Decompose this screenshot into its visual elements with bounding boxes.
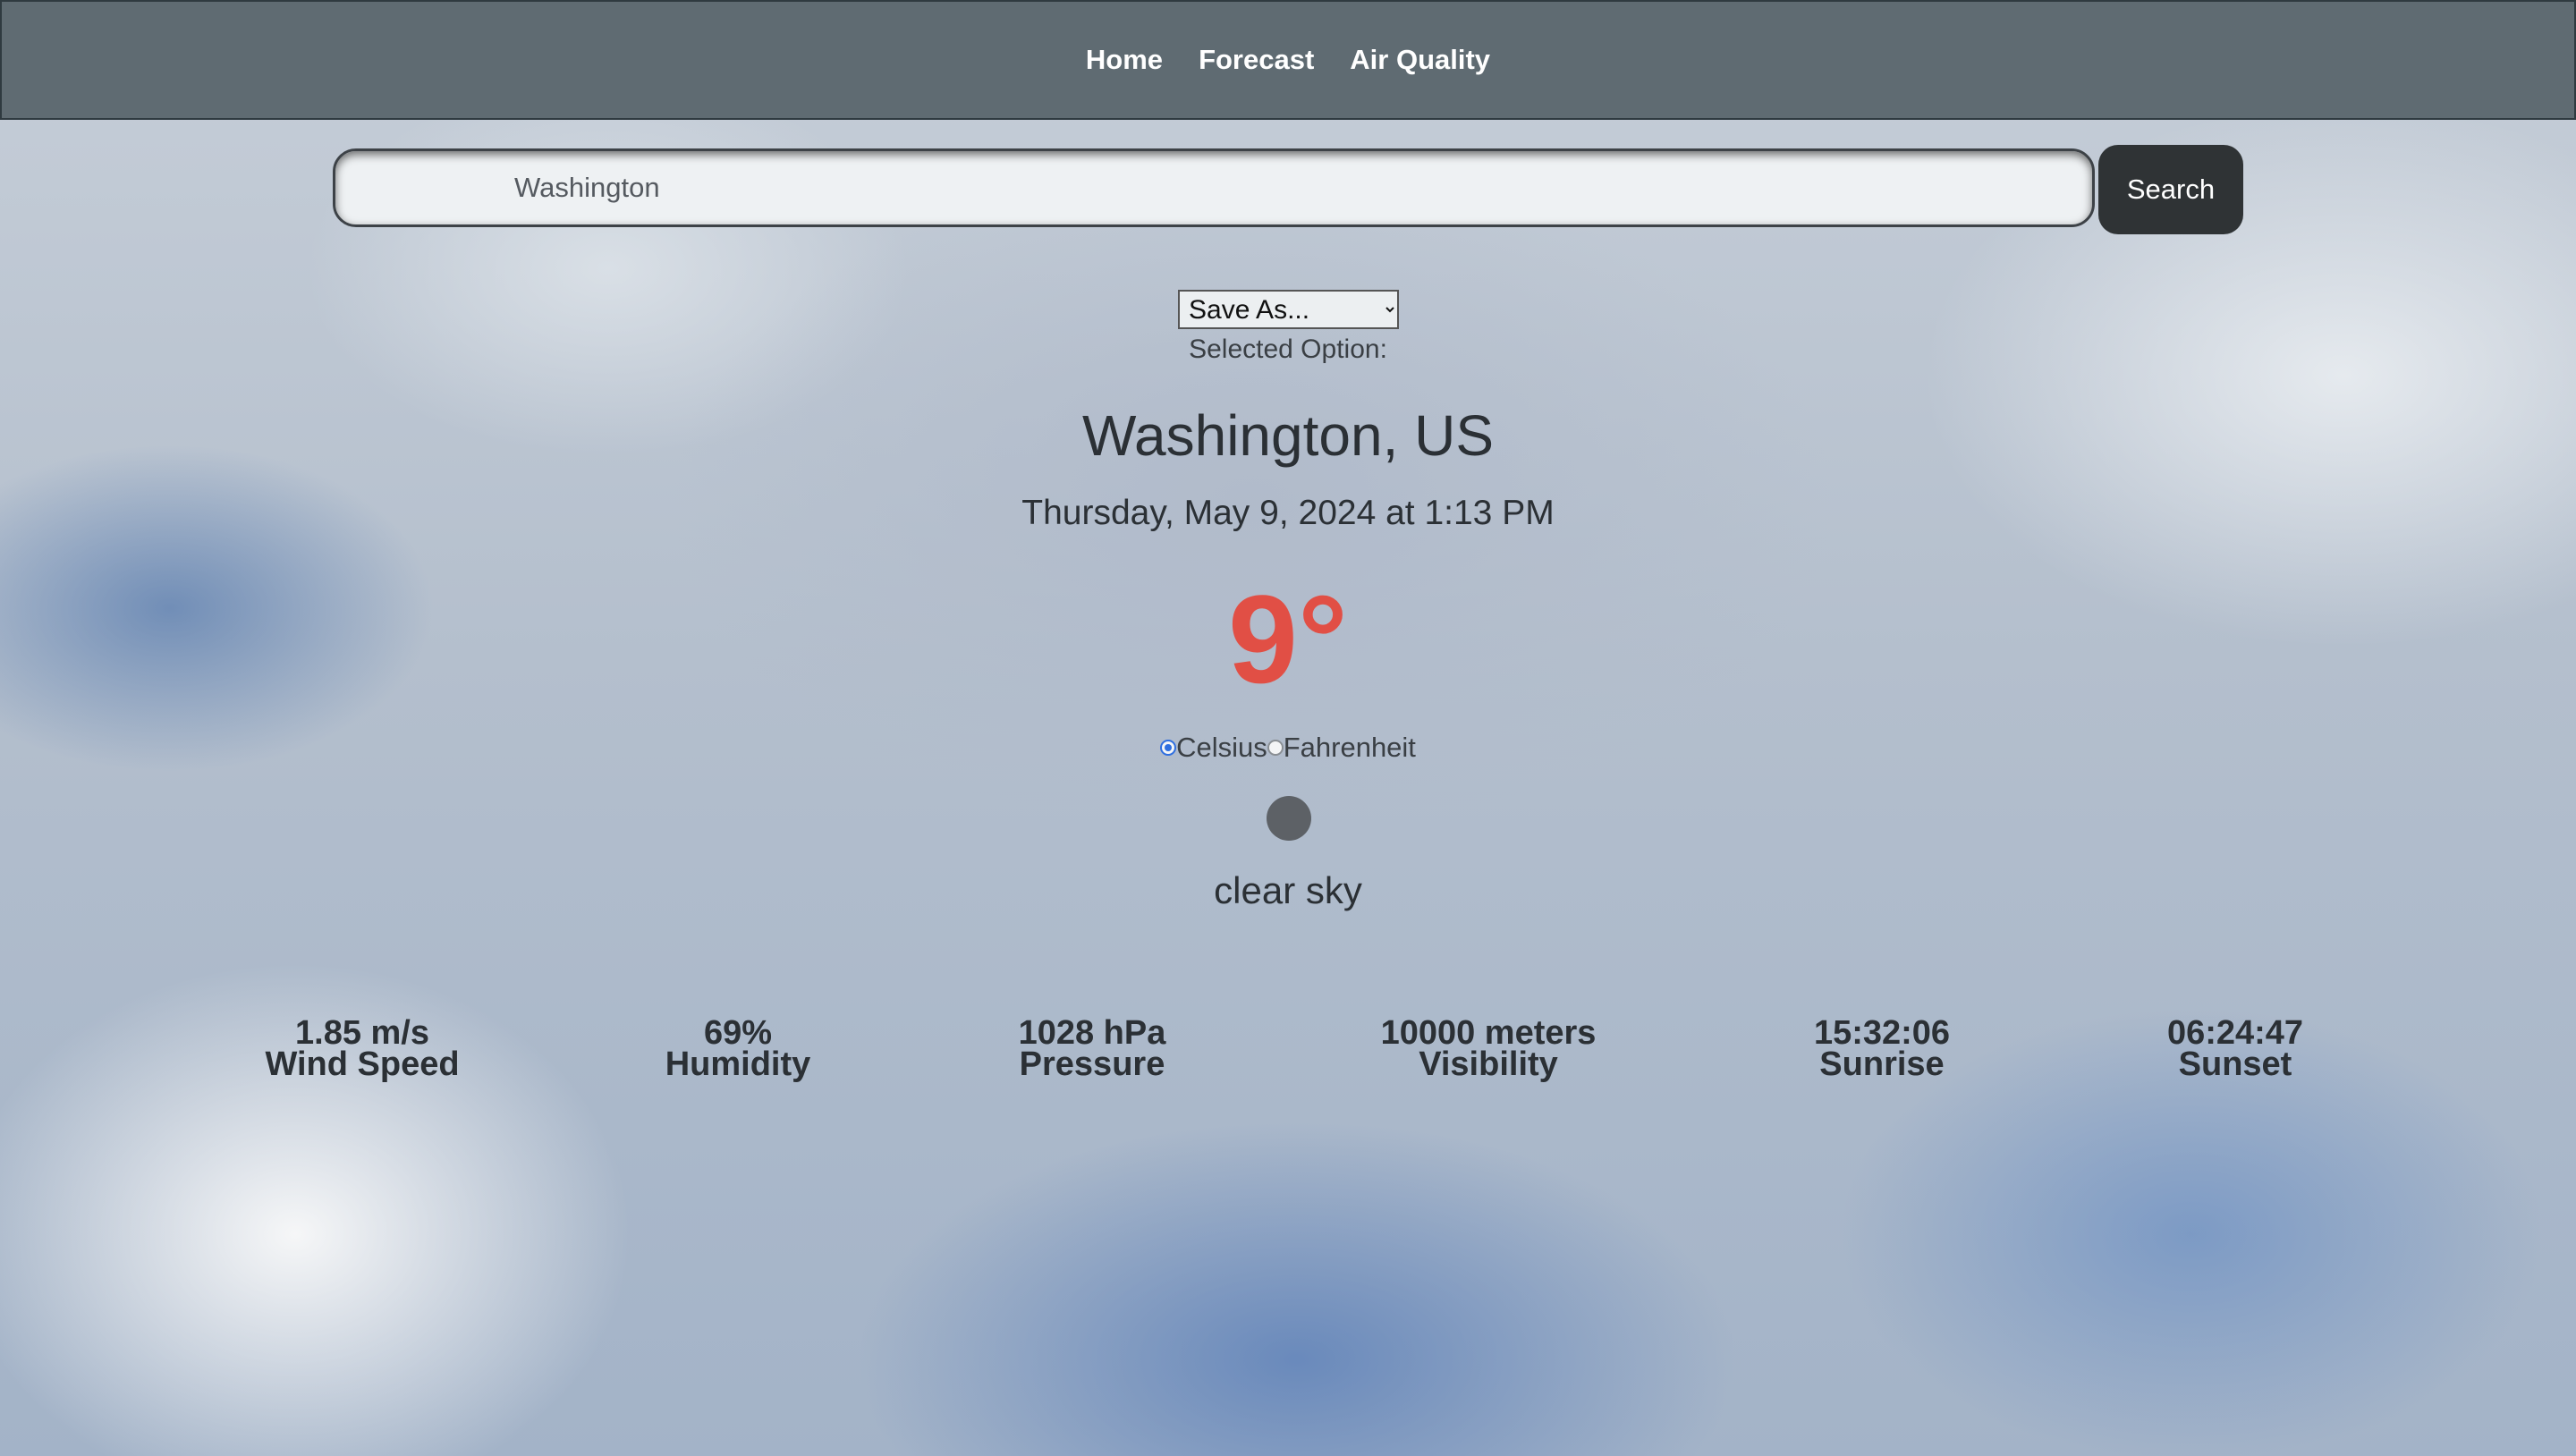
stat-sunrise: 15:32:06 Sunrise [1703, 1014, 2061, 1083]
humidity-label: Humidity [665, 1045, 811, 1083]
stat-humidity: 69% Humidity [559, 1014, 917, 1083]
wind-speed-value: 1.85 m/s [295, 1014, 429, 1052]
sunset-label: Sunset [2178, 1045, 2292, 1083]
top-navbar: Home Forecast Air Quality [0, 0, 2576, 120]
stat-pressure: 1028 hPa Pressure [913, 1014, 1271, 1083]
pressure-value: 1028 hPa [1018, 1014, 1166, 1052]
location-title: Washington, US [1081, 403, 1495, 468]
selected-option-label: Selected Option: [1189, 334, 1387, 364]
wind-speed-label: Wind Speed [265, 1045, 460, 1083]
sunrise-value: 15:32:06 [1813, 1014, 1951, 1052]
celsius-radio[interactable] [1160, 740, 1177, 756]
weather-description: clear sky [1214, 869, 1362, 911]
fahrenheit-radio[interactable] [1267, 740, 1284, 756]
city-search-input[interactable] [333, 148, 2095, 227]
humidity-value: 69% [703, 1014, 773, 1052]
celsius-label: Celsius [1176, 732, 1267, 763]
pressure-label: Pressure [1019, 1045, 1165, 1083]
visibility-value: 10000 meters [1380, 1014, 1597, 1052]
search-bar: Search [333, 145, 2243, 234]
sunset-value: 06:24:47 [2166, 1014, 2304, 1052]
stat-sunset: 06:24:47 Sunset [2056, 1014, 2414, 1083]
fahrenheit-label: Fahrenheit [1283, 732, 1416, 763]
stat-visibility: 10000 meters Visibility [1309, 1014, 1667, 1083]
weather-condition-icon [1267, 796, 1311, 841]
save-as-select[interactable]: Save As... [1178, 290, 1399, 329]
unit-toggle: Celsius Fahrenheit [0, 732, 2576, 764]
sunrise-label: Sunrise [1819, 1045, 1945, 1083]
nav-home-link[interactable]: Home [1086, 44, 1163, 76]
nav-air-quality-link[interactable]: Air Quality [1350, 44, 1490, 76]
visibility-label: Visibility [1419, 1045, 1558, 1083]
current-datetime: Thursday, May 9, 2024 at 1:13 PM [1021, 494, 1555, 532]
nav-forecast-link[interactable]: Forecast [1199, 44, 1314, 76]
stat-wind-speed: 1.85 m/s Wind Speed [183, 1014, 541, 1083]
search-button[interactable]: Search [2098, 145, 2243, 234]
temperature-value: 9° [1228, 569, 1348, 709]
